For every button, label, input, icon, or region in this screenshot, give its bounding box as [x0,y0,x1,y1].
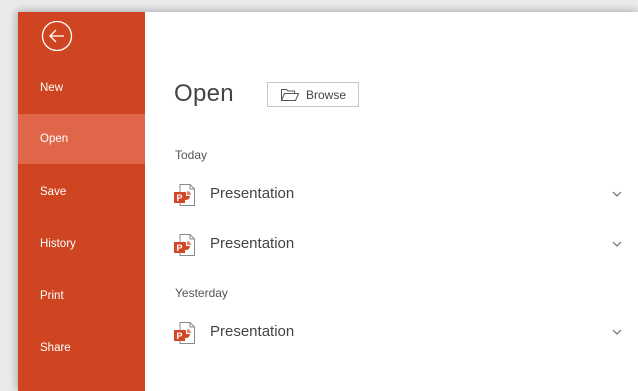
sidebar-item-label: Share [40,342,71,354]
sidebar-item-share[interactable]: Share [18,323,145,373]
backstage-window: New Open Save History Print Share Open B… [18,12,638,391]
sidebar-item-label: New [40,82,64,94]
back-arrow-icon [41,20,73,52]
chevron-down-icon[interactable] [611,327,623,337]
group-label-yesterday: Yesterday [175,286,228,300]
group-label-today: Today [175,148,208,162]
sidebar-item-label: Print [40,290,64,302]
open-pane: Open Browse Today P Presentation P Prese… [145,12,638,391]
sidebar-item-open[interactable]: Open [18,114,145,164]
back-button[interactable] [41,20,73,52]
backstage-sidebar: New Open Save History Print Share [18,12,145,391]
sidebar-item-print[interactable]: Print [18,271,145,321]
powerpoint-file-icon: P [174,234,195,256]
svg-text:P: P [176,331,182,341]
file-name: Presentation [210,323,295,340]
recent-file-row[interactable]: P Presentation [173,229,638,259]
sidebar-item-label: History [40,238,76,250]
sidebar-item-new[interactable]: New [18,63,145,113]
chevron-down-icon[interactable] [611,189,623,199]
browse-label: Browse [306,87,347,102]
sidebar-item-label: Open [40,133,69,145]
sidebar-item-label: Save [40,186,67,198]
recent-file-row[interactable]: P Presentation [173,179,638,209]
sidebar-item-save[interactable]: Save [18,167,145,217]
page-title: Open [174,80,234,107]
recent-file-row[interactable]: P Presentation [173,317,638,347]
browse-button[interactable]: Browse [267,82,359,107]
svg-text:P: P [176,243,182,253]
file-name: Presentation [210,185,295,202]
svg-text:P: P [176,193,182,203]
powerpoint-file-icon: P [174,322,195,344]
chevron-down-icon[interactable] [611,239,623,249]
folder-open-icon [280,88,300,102]
file-name: Presentation [210,235,295,252]
powerpoint-file-icon: P [174,184,195,206]
sidebar-item-history[interactable]: History [18,219,145,269]
